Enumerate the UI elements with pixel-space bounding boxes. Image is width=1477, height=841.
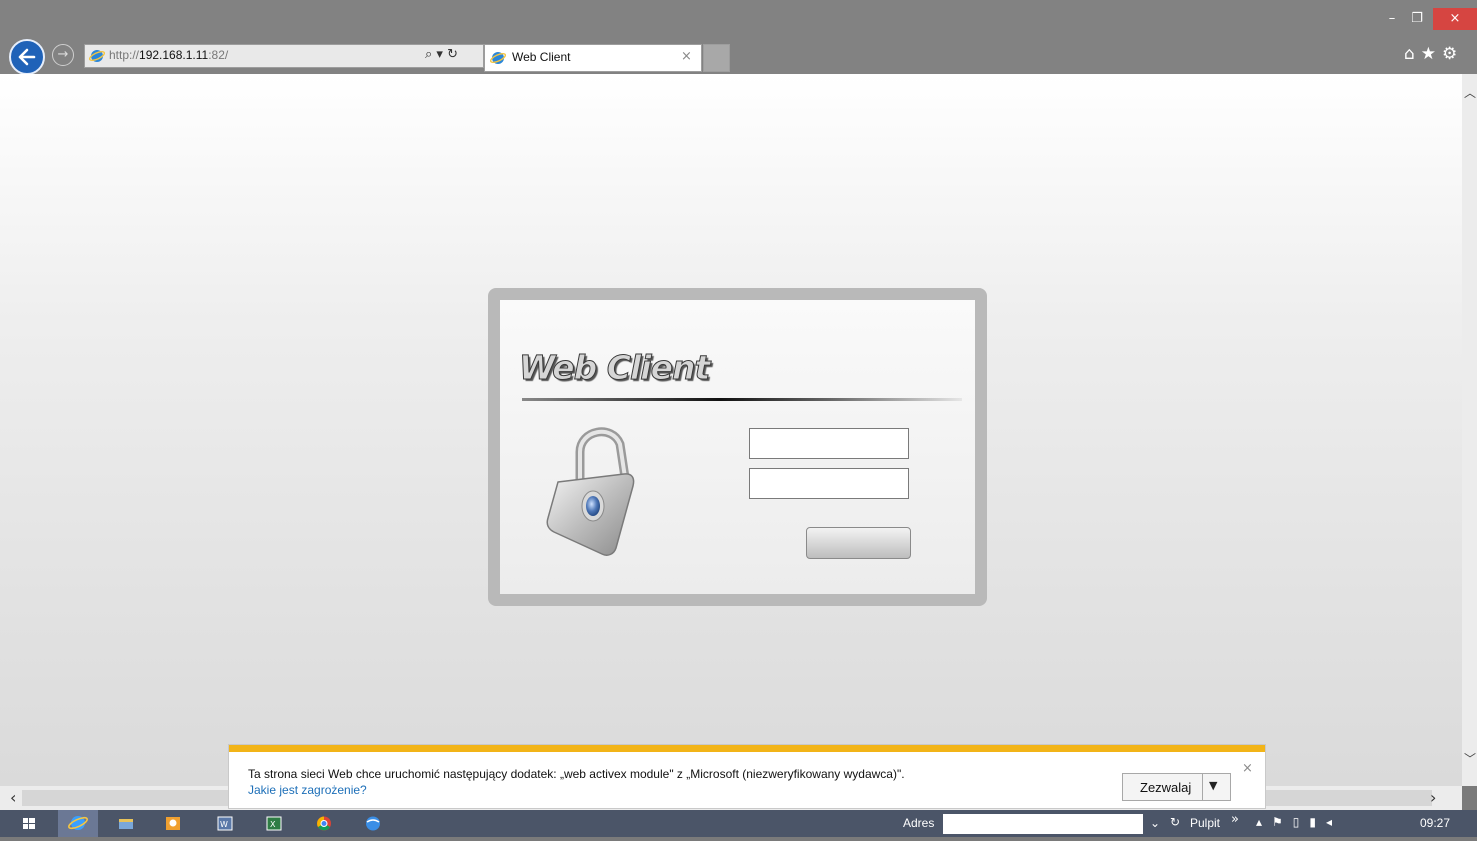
allow-separator: [1202, 774, 1203, 800]
padlock-icon: [546, 427, 635, 556]
address-toolbar-label: Adres: [903, 816, 935, 830]
login-button[interactable]: [806, 527, 911, 559]
clock[interactable]: 09:27: [1420, 816, 1450, 830]
logo-underline: [522, 398, 962, 401]
arrow-left-icon: [18, 48, 36, 66]
start-icon[interactable]: [18, 813, 40, 834]
notification-accent: [229, 745, 1265, 752]
back-button[interactable]: [9, 39, 45, 75]
chevron-down-icon[interactable]: ▼: [1209, 779, 1217, 792]
notification-message: Ta strona sieci Web chce uruchomić nastę…: [248, 767, 905, 781]
web-client-logo: Web Client: [518, 348, 710, 388]
refresh-icon[interactable]: ↻: [1170, 815, 1180, 829]
svg-text:W: W: [220, 820, 228, 829]
chrome-icon[interactable]: [313, 813, 335, 834]
ie-icon: [89, 50, 105, 62]
allow-button[interactable]: Zezwalaj ▼: [1122, 773, 1231, 801]
file-explorer-icon[interactable]: [115, 813, 137, 834]
address-toolbar-input[interactable]: [943, 814, 1143, 834]
new-tab-button[interactable]: [703, 44, 730, 72]
desktop-toolbar-label[interactable]: Pulpit: [1190, 816, 1220, 830]
close-notification-icon[interactable]: ×: [1242, 761, 1253, 776]
search-refresh-icons[interactable]: ⌕ ▾ ↻: [425, 47, 458, 62]
close-window-button[interactable]: ×: [1433, 8, 1477, 30]
minimize-button[interactable]: –: [1380, 8, 1404, 30]
outlook-icon[interactable]: [162, 813, 184, 834]
svg-text:X: X: [270, 820, 276, 829]
ie-icon: [68, 816, 88, 830]
tab-web-client[interactable]: Web Client ×: [484, 44, 702, 72]
address-bar[interactable]: http://192.168.1.11:82/ ⌕ ▾ ↻: [84, 44, 484, 68]
scroll-up-icon[interactable]: ︿: [1464, 84, 1476, 101]
app-icon[interactable]: W: [214, 813, 236, 834]
system-tray-icons[interactable]: ▴⚑▯▮◂: [1256, 815, 1342, 829]
network-icon[interactable]: [362, 813, 384, 834]
arrow-right-icon: →: [57, 47, 69, 62]
tab-title: Web Client: [512, 50, 571, 64]
addon-notification-bar: Ta strona sieci Web chce uruchomić nastę…: [228, 744, 1266, 809]
url-text[interactable]: http://192.168.1.11:82/: [109, 48, 228, 62]
ie-taskbar-button[interactable]: [58, 810, 98, 837]
vertical-scrollbar[interactable]: ︿ ﹀: [1462, 74, 1477, 786]
forward-button[interactable]: →: [52, 44, 74, 66]
chevron-down-icon[interactable]: ⌄: [1150, 816, 1160, 830]
login-panel: Web Client: [500, 300, 975, 594]
browser-chrome: – ❐ × → http://192.168.1.11:82/ ⌕ ▾ ↻ We…: [0, 0, 1477, 75]
risk-info-link[interactable]: Jakie jest zagrożenie?: [248, 783, 367, 797]
scroll-right-icon[interactable]: ›: [1430, 788, 1436, 807]
maximize-button[interactable]: ❐: [1405, 8, 1429, 30]
password-input[interactable]: [749, 468, 909, 499]
taskbar: W X Adres ⌄ ↻ Pulpit » ▴⚑▯▮◂ 09:27: [0, 810, 1477, 837]
scroll-down-icon[interactable]: ﹀: [1464, 750, 1476, 767]
toolbar-icons[interactable]: ⌂★⚙: [1404, 44, 1463, 64]
more-toolbars-icon[interactable]: »: [1231, 812, 1239, 827]
username-input[interactable]: [749, 428, 909, 459]
close-tab-icon[interactable]: ×: [681, 49, 692, 64]
allow-label: Zezwalaj: [1140, 780, 1192, 795]
excel-icon[interactable]: X: [263, 813, 285, 834]
scroll-left-icon[interactable]: ‹: [10, 788, 16, 807]
ie-icon: [490, 52, 506, 64]
